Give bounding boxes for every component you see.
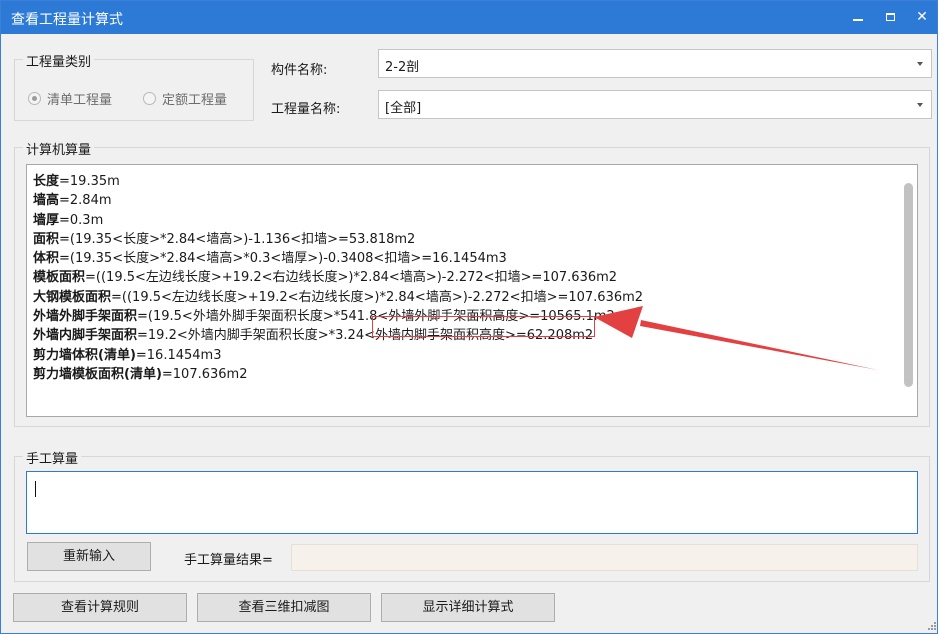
maximize-button[interactable] bbox=[875, 5, 905, 29]
radio-label: 定额工程量 bbox=[162, 93, 228, 108]
calc-line: 墙厚=0.3m bbox=[33, 212, 104, 228]
component-name-select[interactable]: 2-2剖 bbox=[378, 49, 932, 78]
reinput-button[interactable]: 重新输入 bbox=[27, 542, 151, 571]
maximize-icon bbox=[885, 13, 895, 21]
calc-line: 体积=(19.35<长度>*2.84<墙高>*0.3<墙厚>)-0.3408<扣… bbox=[33, 251, 507, 267]
vertical-scrollbar[interactable] bbox=[904, 183, 913, 387]
close-icon: ✕ bbox=[916, 9, 928, 25]
radio-indicator bbox=[143, 92, 156, 105]
radio-bill-quantity[interactable]: 清单工程量 bbox=[28, 89, 112, 108]
resize-grip-icon[interactable] bbox=[927, 621, 937, 631]
component-name-value: 2-2剖 bbox=[385, 60, 420, 75]
close-button[interactable]: ✕ bbox=[907, 5, 937, 29]
view-3d-deduction-button[interactable]: 查看三维扣减图 bbox=[197, 593, 371, 622]
component-name-label: 构件名称: bbox=[271, 63, 328, 78]
quantity-type-group-label: 工程量类别 bbox=[23, 51, 95, 70]
text-caret bbox=[35, 481, 36, 497]
radio-indicator bbox=[28, 92, 41, 105]
calc-line: 大钢模板面积=((19.5<左边线长度>+19.2<右边线长度>)*2.84<墙… bbox=[33, 289, 644, 305]
radio-quota-quantity[interactable]: 定额工程量 bbox=[143, 89, 227, 108]
quantity-name-select[interactable]: [全部] bbox=[378, 90, 932, 119]
manual-result-field bbox=[291, 544, 918, 571]
title-bar[interactable]: 查看工程量计算式 ✕ bbox=[1, 1, 937, 34]
calc-lines: 长度=19.35m 墙高=2.84m 墙厚=0.3m 面积=(19.35<长度>… bbox=[33, 172, 643, 384]
calc-line: 剪力墙体积(清单)=16.1454m3 bbox=[33, 347, 222, 363]
calc-line: 剪力墙模板面积(清单)=107.636m2 bbox=[33, 366, 248, 382]
quantity-name-label: 工程量名称: bbox=[271, 102, 341, 117]
calc-line: 面积=(19.35<长度>*2.84<墙高>)-1.136<扣墙>=53.818… bbox=[33, 231, 416, 247]
calc-line: 模板面积=((19.5<左边线长度>+19.2<右边线长度>)*2.84<墙高>… bbox=[33, 270, 618, 286]
manual-calc-group-label: 手工算量 bbox=[23, 448, 82, 467]
window-title: 查看工程量计算式 bbox=[11, 12, 123, 28]
computer-calc-textbox[interactable]: 长度=19.35m 墙高=2.84m 墙厚=0.3m 面积=(19.35<长度>… bbox=[26, 164, 918, 417]
dropdown-arrow-icon bbox=[917, 62, 923, 66]
calc-line: 长度=19.35m bbox=[33, 174, 120, 189]
minimize-button[interactable] bbox=[843, 5, 873, 29]
minimize-icon bbox=[853, 19, 863, 21]
radio-label: 清单工程量 bbox=[47, 93, 113, 108]
dropdown-arrow-icon bbox=[917, 103, 923, 107]
manual-result-label: 手工算量结果= bbox=[184, 553, 273, 568]
view-calc-rules-button[interactable]: 查看计算规则 bbox=[13, 593, 187, 622]
quantity-name-value: [全部] bbox=[385, 101, 422, 116]
calc-line: 墙高=2.84m bbox=[33, 193, 112, 209]
computer-calc-group-label: 计算机算量 bbox=[23, 139, 95, 158]
annotation-highlight-box bbox=[372, 316, 595, 337]
show-detailed-formula-button[interactable]: 显示详细计算式 bbox=[381, 593, 555, 622]
manual-calc-input[interactable] bbox=[26, 471, 918, 534]
